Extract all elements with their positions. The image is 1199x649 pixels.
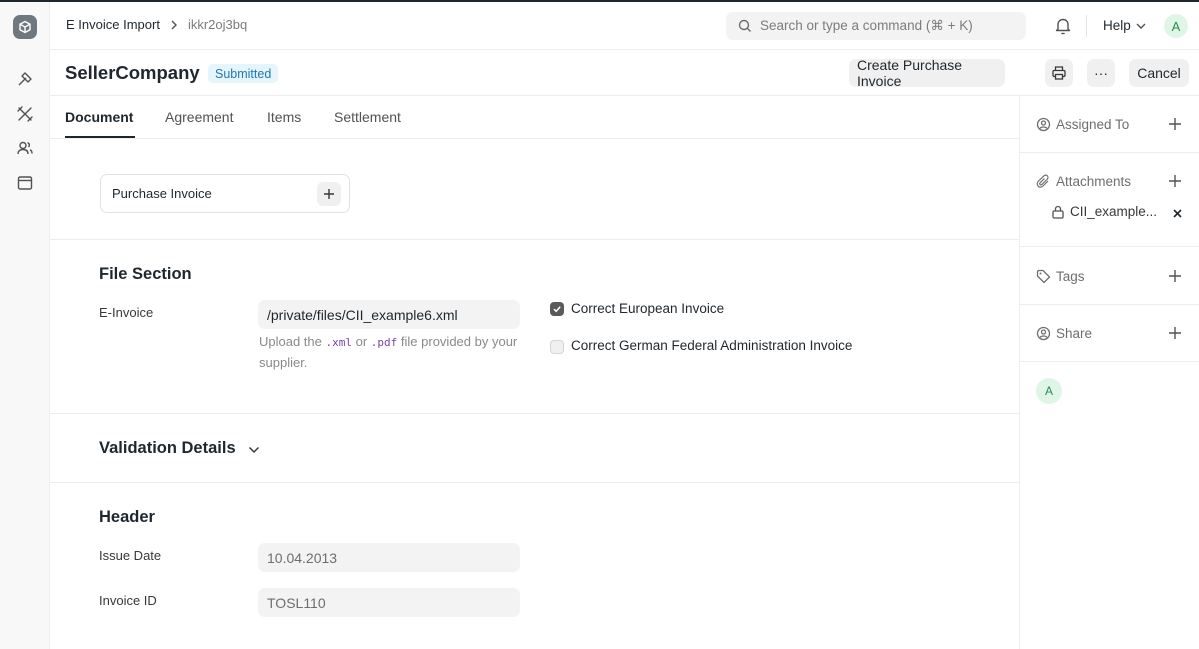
connection-card[interactable]: Purchase Invoice [100, 174, 350, 213]
chevron-right-icon [170, 20, 178, 30]
navbar: E Invoice Import ikkr2oj3bq Search or ty… [50, 2, 1199, 50]
page-title: SellerCompany [65, 62, 200, 83]
app-logo-icon[interactable] [13, 15, 37, 39]
assigned-to-label: Assigned To [1056, 116, 1130, 132]
einvoice-label: E-Invoice [99, 305, 154, 320]
lock-icon [1052, 205, 1064, 219]
window-icon[interactable] [15, 173, 35, 193]
attachments-row: Attachments [1036, 171, 1186, 191]
form-body: Purchase Invoice File Section E-Invoice … [50, 139, 1019, 649]
users-icon[interactable] [15, 138, 35, 158]
chevron-down-icon [248, 446, 259, 454]
add-share-button[interactable] [1168, 326, 1182, 343]
sidebar-divider [1020, 152, 1199, 153]
active-tab-indicator [65, 136, 135, 138]
invoice-id-label: Invoice ID [99, 593, 157, 608]
tab-document[interactable]: Document [65, 109, 133, 125]
plus-icon [1169, 175, 1181, 187]
correct-german-invoice-checkbox[interactable] [550, 340, 564, 354]
assigned-to-row: Assigned To [1036, 114, 1186, 134]
einvoice-help-text: Upload the .xml or .pdf file provided by… [259, 334, 518, 370]
correct-german-invoice-label: Correct German Federal Administration In… [571, 338, 853, 353]
section-divider [50, 482, 1019, 483]
close-icon [1173, 209, 1182, 218]
search-input[interactable]: Search or type a command (⌘ + K) [726, 12, 1026, 40]
validation-section-header[interactable]: Validation Details [99, 439, 260, 458]
status-badge: Submitted [208, 64, 279, 83]
print-button[interactable] [1045, 59, 1073, 87]
more-actions-button[interactable]: ··· [1087, 59, 1115, 87]
plus-icon [324, 189, 334, 199]
connection-label: Purchase Invoice [112, 186, 212, 201]
file-section-title: File Section [99, 265, 192, 283]
help-dropdown[interactable]: Help [1103, 18, 1146, 33]
app-sidebar-rail [0, 2, 50, 649]
add-tag-button[interactable] [1168, 269, 1182, 286]
attachment-filename: CII_example... [1070, 204, 1158, 219]
navbar-divider [1086, 15, 1087, 37]
correct-european-invoice-label: Correct European Invoice [571, 301, 725, 316]
search-placeholder: Search or type a command (⌘ + K) [760, 18, 973, 33]
plus-icon [1169, 270, 1181, 282]
share-label: Share [1056, 325, 1093, 341]
einvoice-field[interactable]: /private/files/CII_example6.xml [258, 300, 520, 329]
correct-european-invoice-checkbox[interactable] [550, 302, 564, 316]
search-icon [738, 19, 751, 32]
plus-icon [1169, 118, 1181, 130]
add-assignee-button[interactable] [1168, 117, 1182, 134]
share-user-icon [1036, 326, 1051, 340]
form-sidebar: Assigned To Attachments CII_example... T… [1020, 96, 1199, 649]
header-section-title: Header [99, 508, 155, 526]
section-divider [50, 413, 1019, 414]
tab-items[interactable]: Items [267, 109, 301, 125]
share-row: Share [1036, 323, 1186, 343]
tag-icon [1036, 269, 1051, 283]
section-divider [50, 239, 1019, 240]
issue-date-label: Issue Date [99, 548, 162, 563]
paperclip-icon [1036, 174, 1049, 188]
breadcrumb-docname[interactable]: ikkr2oj3bq [188, 17, 247, 32]
breadcrumb: E Invoice Import ikkr2oj3bq [66, 17, 247, 32]
breadcrumb-doctype[interactable]: E Invoice Import [66, 17, 160, 32]
validation-section-title: Validation Details [99, 439, 236, 457]
attachment-link[interactable]: CII_example... [1051, 204, 1157, 219]
sidebar-divider [1020, 304, 1199, 305]
remove-attachment-button[interactable] [1172, 207, 1183, 222]
sidebar-divider [1020, 361, 1199, 362]
tags-row: Tags [1036, 266, 1186, 286]
user-avatar[interactable]: A [1164, 14, 1188, 38]
create-purchase-invoice-button[interactable]: Create Purchase Invoice [849, 57, 1005, 89]
cancel-button[interactable]: Cancel [1129, 59, 1189, 87]
tools-icon[interactable] [15, 104, 35, 124]
plus-icon [1169, 327, 1181, 339]
add-purchase-invoice-button[interactable] [317, 182, 341, 206]
attachments-label: Attachments [1056, 173, 1132, 189]
check-icon [553, 306, 561, 313]
help-label: Help [1103, 18, 1131, 33]
chevron-down-icon [1136, 23, 1146, 29]
invoice-id-field[interactable]: TOSL110 [258, 588, 520, 617]
sidebar-divider [1020, 246, 1199, 247]
tab-settlement[interactable]: Settlement [334, 109, 401, 125]
tags-label: Tags [1056, 268, 1085, 284]
tab-agreement[interactable]: Agreement [165, 109, 233, 125]
page-head: SellerCompany Submitted Create Purchase … [50, 50, 1199, 96]
add-attachment-button[interactable] [1168, 174, 1182, 191]
assign-user-icon [1036, 117, 1051, 131]
bell-icon[interactable] [1054, 16, 1072, 39]
printer-icon [1052, 66, 1066, 80]
issue-date-field[interactable]: 10.04.2013 [258, 543, 520, 572]
viewer-avatar[interactable]: A [1036, 378, 1062, 404]
form-tabs: Document Agreement Items Settlement [50, 96, 1019, 139]
hammer-icon[interactable] [15, 69, 35, 89]
